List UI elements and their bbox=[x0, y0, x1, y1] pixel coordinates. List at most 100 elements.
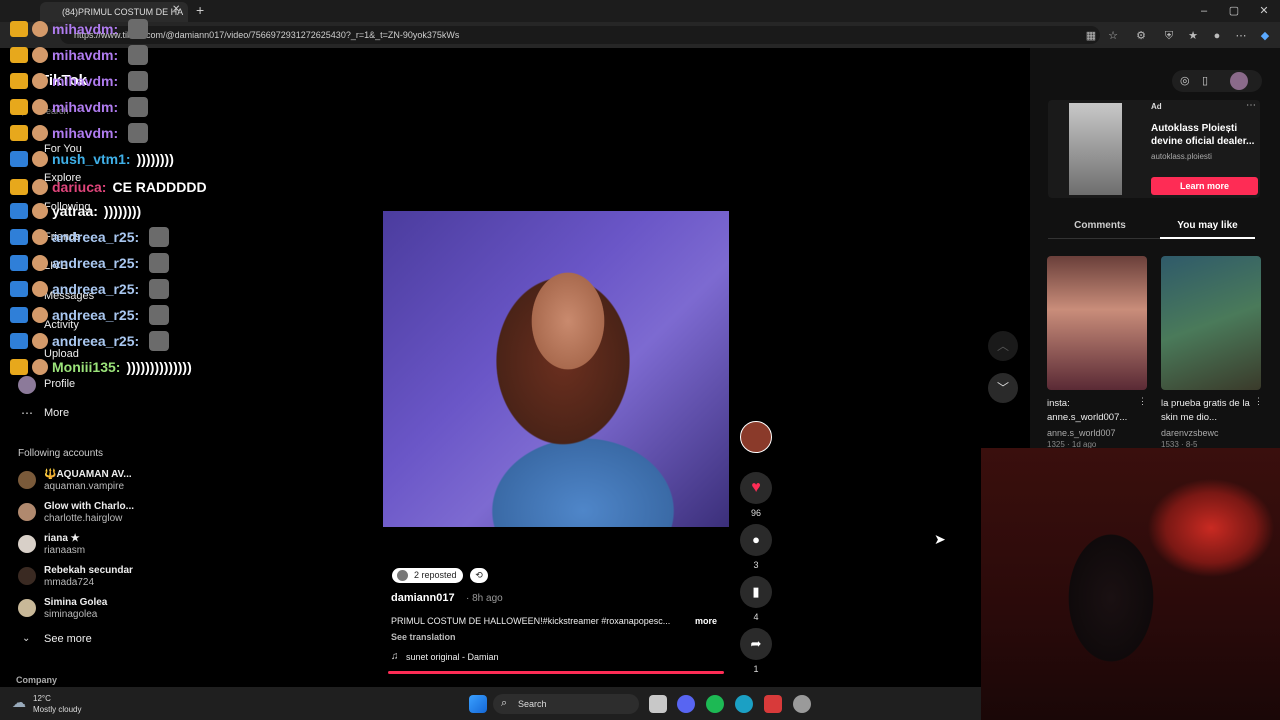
favorite-star-icon[interactable]: ☆ bbox=[1106, 29, 1120, 43]
device-icon[interactable]: ▯ bbox=[1202, 74, 1208, 87]
avatar[interactable] bbox=[18, 503, 36, 521]
save-button[interactable]: ▮ bbox=[740, 576, 772, 608]
author-name[interactable]: damiann017 bbox=[391, 592, 455, 604]
account-name[interactable]: 🔱AQUAMAN AV... bbox=[44, 469, 132, 480]
bookmark-icon: ▮ bbox=[752, 584, 760, 599]
tab-you-may-like[interactable]: You may like bbox=[1160, 220, 1255, 231]
emoji-badge-icon bbox=[32, 179, 48, 195]
chat-username[interactable]: andreea_r25: bbox=[52, 229, 139, 245]
see-translation-link[interactable]: See translation bbox=[391, 632, 456, 642]
nav-more[interactable]: More bbox=[44, 407, 69, 419]
chat-username[interactable]: dariuca: bbox=[52, 179, 106, 195]
suggestion-menu-icon[interactable]: ⋮ bbox=[1138, 396, 1147, 407]
chat-username[interactable]: andreea_r25: bbox=[52, 307, 139, 323]
edge-icon[interactable] bbox=[735, 695, 753, 713]
account-name[interactable]: riana ★ bbox=[44, 533, 80, 544]
nav-profile[interactable]: Profile bbox=[44, 378, 75, 390]
next-video-button[interactable]: ﹀ bbox=[988, 373, 1018, 403]
share-button[interactable]: ➦ bbox=[740, 628, 772, 660]
chat-username[interactable]: mihavdm: bbox=[52, 73, 118, 89]
chat-username[interactable]: mihavdm: bbox=[52, 125, 118, 141]
music-note-icon: ♫ bbox=[391, 651, 399, 662]
see-more-link[interactable]: See more bbox=[44, 633, 92, 645]
discord-icon[interactable] bbox=[677, 695, 695, 713]
crown-badge-icon bbox=[10, 21, 28, 37]
maximize-icon[interactable]: ▢ bbox=[1226, 3, 1242, 19]
chat-message: mihavdm: bbox=[10, 122, 149, 144]
weather-temp: 12°C bbox=[33, 694, 51, 703]
avatar[interactable] bbox=[18, 599, 36, 617]
sound-name[interactable]: sunet original - Damian bbox=[406, 652, 499, 662]
app-icon[interactable] bbox=[764, 695, 782, 713]
share-icon: ➦ bbox=[750, 636, 762, 651]
windows-taskbar bbox=[0, 687, 981, 720]
new-tab-icon[interactable]: + bbox=[196, 2, 204, 18]
taskbar-search[interactable] bbox=[493, 694, 639, 714]
extensions-icon[interactable]: ⚙ bbox=[1134, 29, 1148, 43]
suggestion-caption[interactable]: la prueba gratis de la skin me dio... bbox=[1161, 397, 1253, 425]
like-button[interactable]: ♥ bbox=[740, 472, 772, 504]
account-name[interactable]: Glow with Charlo... bbox=[44, 501, 134, 512]
suggestion-handle[interactable]: anne.s_world007 bbox=[1047, 428, 1116, 438]
avatar[interactable] bbox=[18, 535, 36, 553]
repost-icon[interactable]: ⟲ bbox=[470, 568, 488, 583]
company-link[interactable]: Company bbox=[16, 675, 57, 685]
chat-username[interactable]: andreea_r25: bbox=[52, 255, 139, 271]
learn-more-button[interactable]: Learn more bbox=[1151, 177, 1258, 195]
avatar[interactable] bbox=[18, 471, 36, 489]
emote-icon bbox=[149, 331, 170, 351]
chat-message: mihavdm: bbox=[10, 18, 149, 40]
comment-button[interactable]: ● bbox=[740, 524, 772, 556]
chat-username[interactable]: mihavdm: bbox=[52, 47, 118, 63]
start-icon[interactable] bbox=[469, 695, 487, 713]
tab-close-icon[interactable]: ✕ bbox=[172, 4, 180, 15]
compass-icon[interactable]: ◎ bbox=[1180, 74, 1190, 87]
subscriber-badge-icon bbox=[10, 333, 28, 349]
suggestion-caption[interactable]: insta: anne.s_world007... bbox=[1047, 397, 1137, 425]
suggestion-thumbnail[interactable] bbox=[1161, 256, 1261, 390]
chat-message: yatraa:)))))))) bbox=[10, 200, 141, 222]
video-progress-bar[interactable] bbox=[388, 671, 724, 674]
previous-video-button[interactable]: ︿ bbox=[988, 331, 1018, 361]
chat-username[interactable]: yatraa: bbox=[52, 203, 98, 219]
reposter-avatar bbox=[397, 570, 408, 581]
emoji-badge-icon bbox=[32, 21, 48, 37]
chat-username[interactable]: mihavdm: bbox=[52, 21, 118, 37]
account-name[interactable]: Rebekah secundar bbox=[44, 565, 133, 576]
emoji-badge-icon bbox=[32, 229, 48, 245]
author-avatar[interactable] bbox=[740, 421, 772, 453]
suggestion-menu-icon[interactable]: ⋮ bbox=[1254, 396, 1263, 407]
caption-more-link[interactable]: more bbox=[695, 616, 717, 626]
chat-username[interactable]: andreea_r25: bbox=[52, 333, 139, 349]
reader-icon[interactable]: ▦ bbox=[1084, 29, 1098, 43]
ad-domain: autoklass.ploiesti bbox=[1151, 152, 1212, 161]
shield-icon[interactable]: ⛨ bbox=[1162, 29, 1176, 43]
chat-username[interactable]: andreea_r25: bbox=[52, 281, 139, 297]
video-player[interactable] bbox=[383, 211, 729, 527]
suggestion-handle[interactable]: darenvzsbewc bbox=[1161, 428, 1219, 438]
profile-avatar-icon[interactable]: ● bbox=[1210, 29, 1224, 43]
ad-menu-icon[interactable]: ⋯ bbox=[1246, 100, 1256, 111]
menu-dots-icon[interactable]: ⋯ bbox=[1234, 29, 1248, 43]
taskview-icon[interactable] bbox=[649, 695, 667, 713]
favorites-icon[interactable]: ★ bbox=[1186, 29, 1200, 43]
more-icon: ⋯ bbox=[21, 406, 33, 420]
weather-icon[interactable]: ☁ bbox=[12, 694, 26, 711]
suggestion-thumbnail[interactable] bbox=[1047, 256, 1147, 390]
minimize-icon[interactable]: – bbox=[1196, 3, 1212, 19]
chat-username[interactable]: mihavdm: bbox=[52, 99, 118, 115]
avatar[interactable] bbox=[18, 567, 36, 585]
close-window-icon[interactable]: ✕ bbox=[1256, 3, 1272, 19]
copilot-icon[interactable]: ◆ bbox=[1258, 29, 1272, 43]
profile-icon bbox=[18, 376, 36, 394]
spotify-icon[interactable] bbox=[706, 695, 724, 713]
settings-icon[interactable] bbox=[793, 695, 811, 713]
user-avatar[interactable] bbox=[1230, 72, 1248, 90]
tab-comments[interactable]: Comments bbox=[1050, 220, 1150, 231]
chat-username[interactable]: Moniii135: bbox=[52, 359, 120, 375]
active-tab-indicator bbox=[1160, 237, 1255, 239]
url-field[interactable]: https://www.tiktok.com/@damiann017/video… bbox=[60, 26, 1100, 44]
emoji-badge-icon bbox=[32, 203, 48, 219]
chat-username[interactable]: nush_vtm1: bbox=[52, 151, 131, 167]
account-name[interactable]: Simina Golea bbox=[44, 597, 107, 608]
